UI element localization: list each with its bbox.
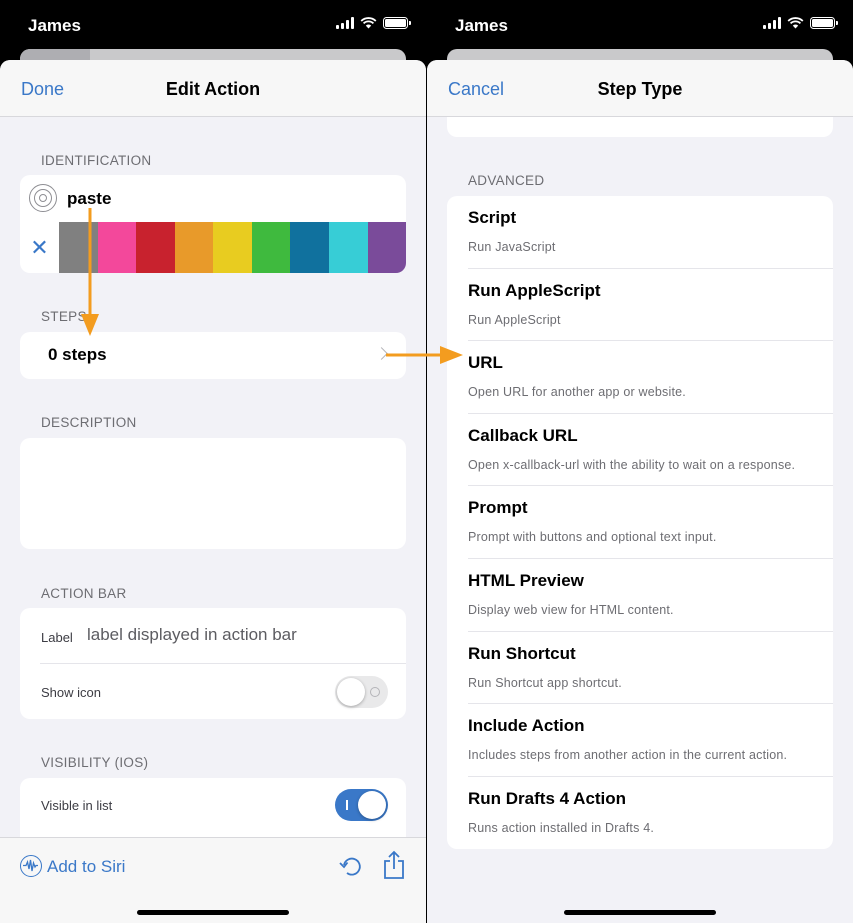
edit-action-screen: James Done Edit Action IDENTIFICATION pa… — [0, 0, 426, 923]
step-type-subtitle: Open x-callback-url with the ability to … — [468, 457, 796, 472]
visible-in-list-toggle[interactable] — [335, 789, 388, 821]
home-indicator — [137, 910, 289, 915]
signal-icon — [763, 17, 781, 29]
step-type-subtitle: Run JavaScript — [468, 240, 556, 254]
step-type-row[interactable]: Run AppleScript Run AppleScript — [447, 269, 833, 342]
step-type-subtitle: Prompt with buttons and optional text in… — [468, 530, 717, 545]
color-swatch[interactable] — [97, 222, 137, 273]
visible-in-list-label: Visible in list — [41, 798, 113, 813]
chevron-right-icon — [375, 347, 388, 360]
show-icon-label: Show icon — [41, 685, 101, 700]
signal-icon — [336, 17, 354, 29]
description-field[interactable] — [20, 438, 406, 549]
status-bar: James — [0, 0, 426, 50]
steps-row[interactable]: 0 steps — [20, 332, 406, 379]
divider — [40, 663, 406, 664]
step-type-row[interactable]: Script Run JavaScript — [447, 196, 833, 269]
color-picker: ✕ — [20, 222, 406, 273]
step-type-title: Prompt — [468, 498, 528, 518]
page-title: Step Type — [597, 79, 683, 99]
action-icon[interactable] — [29, 184, 57, 212]
step-type-title: Run Drafts 4 Action — [468, 788, 627, 808]
carrier-label: James — [455, 16, 508, 35]
step-type-row[interactable]: Run Shortcut Run Shortcut app shortcut. — [447, 632, 833, 705]
step-type-subtitle: Open URL for another app or website. — [468, 385, 686, 400]
clear-color-icon[interactable]: ✕ — [20, 222, 59, 273]
wifi-icon — [787, 17, 804, 29]
add-to-siri-button[interactable]: Add to Siri — [47, 857, 125, 877]
step-type-title: Callback URL — [468, 425, 578, 445]
nav-bar: Done Edit Action — [0, 60, 426, 117]
step-type-subtitle: Run AppleScript — [468, 312, 561, 327]
wifi-icon — [360, 17, 377, 29]
steps-count: 0 steps — [48, 345, 107, 364]
description-header: DESCRIPTION — [41, 415, 137, 430]
undo-icon[interactable] — [338, 854, 364, 880]
color-swatch[interactable] — [136, 222, 175, 273]
status-bar: James — [427, 0, 853, 50]
page-title: Edit Action — [165, 79, 261, 99]
step-type-row[interactable]: Run Drafts 4 Action Runs action installed… — [447, 777, 833, 850]
identification-group: paste ✕ — [20, 175, 406, 273]
status-icons — [336, 17, 411, 29]
step-type-row[interactable]: Include Action Includes steps from anothe… — [447, 704, 833, 777]
previous-group-end — [447, 117, 833, 137]
step-type-title: Script — [468, 208, 517, 227]
battery-icon — [810, 17, 838, 29]
step-type-screen: James Cancel Step Type ADVANCED Script Ru… — [427, 0, 853, 923]
step-type-subtitle: Run Shortcut app shortcut. — [468, 675, 622, 690]
action-bar-label-input[interactable]: label displayed in action bar — [87, 625, 297, 645]
edit-action-sheet: Done Edit Action IDENTIFICATION paste ✕ … — [0, 60, 426, 923]
home-indicator — [564, 910, 716, 915]
color-swatch[interactable] — [251, 222, 291, 273]
step-type-list: Script Run JavaScript Run AppleScript Run A… — [447, 196, 833, 850]
step-type-row[interactable]: URL Open URL for another app or website. — [447, 341, 833, 414]
identification-header: IDENTIFICATION — [41, 153, 152, 168]
action-bar-group: Label label displayed in action bar Show… — [20, 608, 406, 719]
step-type-title: Include Action — [468, 716, 585, 736]
color-swatch[interactable] — [174, 222, 214, 273]
label-caption: Label — [41, 630, 73, 645]
step-type-title: URL — [468, 353, 503, 373]
carrier-label: James — [28, 16, 81, 35]
visibility-header: VISIBILITY (IOS) — [41, 755, 149, 770]
color-swatch[interactable] — [213, 222, 252, 273]
color-swatch[interactable] — [328, 222, 368, 273]
step-type-title: Run AppleScript — [468, 280, 601, 300]
status-icons — [763, 17, 838, 29]
share-icon[interactable] — [382, 850, 406, 880]
color-swatch[interactable] — [367, 222, 406, 273]
step-type-subtitle: Runs action installed in Drafts 4. — [468, 820, 655, 835]
step-type-subtitle: Display web view for HTML content. — [468, 602, 674, 617]
step-type-row[interactable]: Callback URL Open x-callback-url with the… — [447, 414, 833, 487]
step-type-row[interactable]: Prompt Prompt with buttons and optional t… — [447, 486, 833, 559]
steps-header: STEPS — [41, 309, 87, 324]
siri-waveform-icon[interactable] — [20, 855, 42, 877]
nav-bar: Cancel Step Type — [427, 60, 853, 117]
step-type-title: Run Shortcut — [468, 643, 576, 663]
battery-icon — [383, 17, 411, 29]
step-type-sheet: Cancel Step Type ADVANCED Script Run Java… — [427, 60, 853, 923]
show-icon-toggle[interactable] — [335, 676, 388, 708]
action-bar-header: ACTION BAR — [41, 586, 127, 601]
step-type-subtitle: Includes steps from another action in th… — [468, 748, 788, 763]
color-swatch[interactable] — [59, 222, 98, 273]
step-type-title: HTML Preview — [468, 570, 584, 590]
advanced-header: ADVANCED — [468, 173, 545, 188]
color-swatch[interactable] — [290, 222, 329, 273]
action-name-field[interactable]: paste — [67, 189, 111, 209]
step-type-row[interactable]: HTML Preview Display web view for HTML co… — [447, 559, 833, 632]
